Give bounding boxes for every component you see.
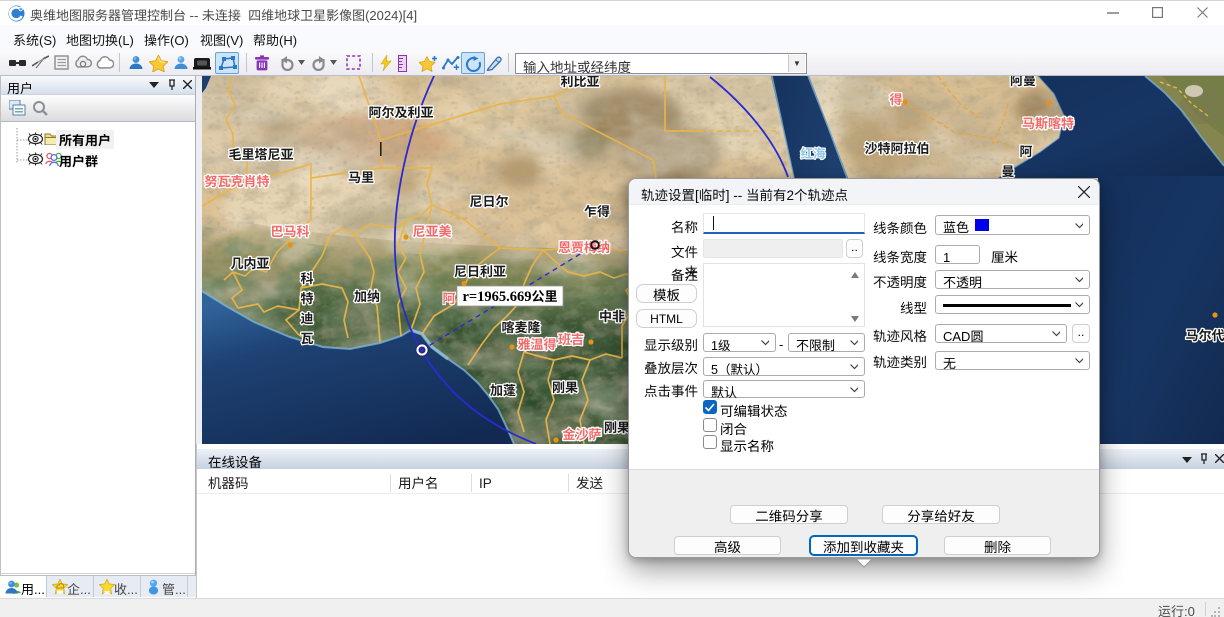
svg-text:中非: 中非 [599,306,625,325]
svg-text:雅温得: 雅温得 [517,334,556,353]
svg-text:沙特阿拉伯: 沙特阿拉伯 [864,138,929,157]
svg-text:毛里塔尼亚: 毛里塔尼亚 [228,144,293,163]
svg-text:尼亚美: 尼亚美 [412,221,451,240]
svg-text:马里: 马里 [348,167,374,186]
svg-text:马斯喀特: 马斯喀特 [1022,113,1074,132]
svg-text:班吉: 班吉 [558,329,584,348]
svg-text:金沙萨: 金沙萨 [562,424,601,443]
svg-text:得: 得 [889,89,902,108]
svg-text:阿尔及利亚: 阿尔及利亚 [368,102,433,121]
svg-text:瓦: 瓦 [300,328,313,347]
svg-text:尼日尔: 尼日尔 [469,191,508,210]
svg-text:阿: 阿 [442,288,455,307]
svg-text:恩贾梅纳: 恩贾梅纳 [558,237,610,256]
svg-text:巴马科: 巴马科 [270,221,309,240]
svg-text:阿: 阿 [1019,141,1032,160]
svg-text:刚果: 刚果 [552,377,578,396]
svg-text:科: 科 [300,268,313,287]
svg-text:乍得: 乍得 [584,201,610,220]
svg-text:尼日利亚: 尼日利亚 [454,261,506,280]
svg-text:几内亚: 几内亚 [230,253,269,272]
svg-text:马尔代: 马尔代 [1185,325,1224,344]
svg-text:努瓦克肖特: 努瓦克肖特 [204,171,269,190]
svg-text:加蓬: 加蓬 [490,380,516,399]
svg-text:r=1965.669公里: r=1965.669公里 [462,286,557,305]
svg-text:迪: 迪 [300,308,313,327]
svg-text:红海: 红海 [800,143,826,162]
svg-text:刚果: 刚果 [604,417,630,436]
svg-text:特: 特 [300,288,313,307]
svg-text:阿曼: 阿曼 [1010,76,1036,89]
svg-text:加纳: 加纳 [354,286,380,305]
svg-text:利比亚: 利比亚 [560,76,599,90]
